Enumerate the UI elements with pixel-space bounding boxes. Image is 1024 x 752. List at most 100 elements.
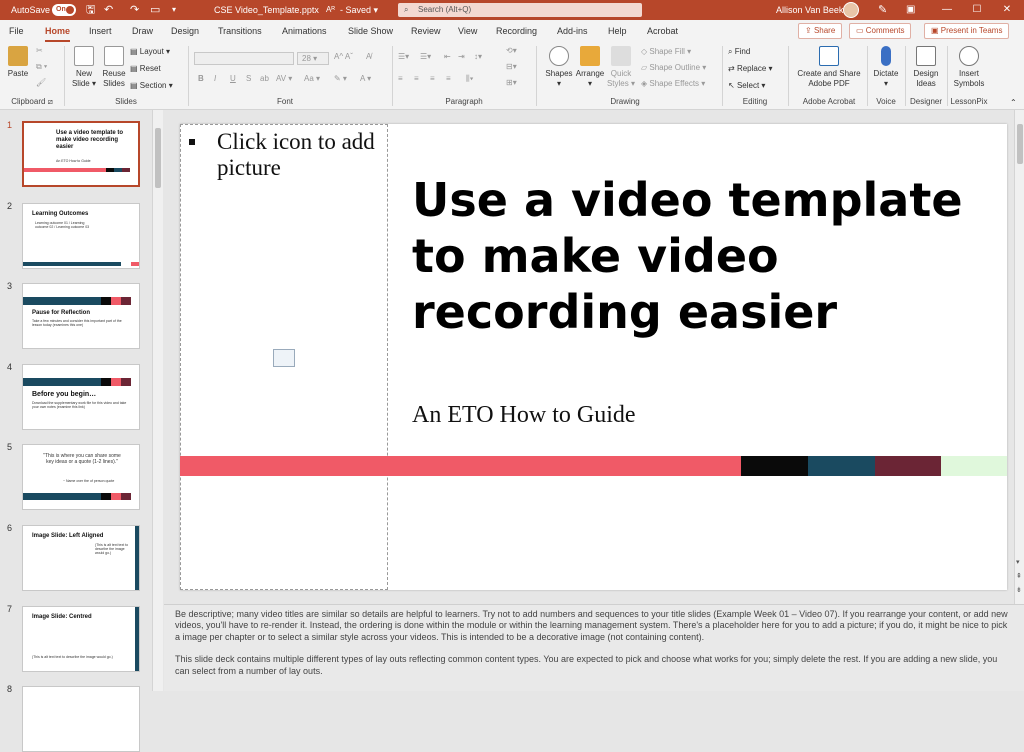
customize-qa-icon[interactable]: ▾ [172,0,176,20]
cut-icon[interactable]: ✂ [36,46,43,55]
picture-placeholder[interactable]: Click icon to add picture [180,124,388,590]
tab-transitions[interactable]: Transitions [218,20,262,42]
speaker-notes[interactable]: Be descriptive; many video titles are si… [164,604,1024,691]
find-button[interactable]: ⌕ Find [728,47,750,57]
scrollbar-thumb[interactable] [155,128,161,188]
text-direction-icon[interactable]: ⟲▾ [506,46,517,55]
tab-slide-show[interactable]: Slide Show [348,20,393,42]
next-slide-icon[interactable]: ⇟ [1016,586,1022,594]
tab-home[interactable]: Home [45,20,71,42]
create-share-pdf-button[interactable]: Create and Share Adobe PDF [794,46,864,89]
thumbnail-slide-3[interactable]: Pause for Reflection Take a few minutes … [22,283,140,349]
format-painter-icon[interactable]: 🖌 [36,78,46,87]
insert-picture-icon[interactable] [273,349,295,367]
present-in-teams-button[interactable]: ▣ Present in Teams [924,23,1010,39]
thumbnail-slide-5[interactable]: "This is where you can share some key id… [22,444,140,510]
tab-draw[interactable]: Draw [132,20,153,42]
tab-animations[interactable]: Animations [282,20,327,42]
line-spacing-icon[interactable]: ↕▾ [474,52,482,61]
new-slide-button[interactable]: New Slide ▾ [70,46,98,89]
align-text-icon[interactable]: ⊟▾ [506,62,517,71]
decrease-indent-icon[interactable]: ⇤ [444,52,451,61]
font-size-combo[interactable]: 28 ▾ [297,52,329,65]
thumbnail-slide-6[interactable]: Image Slide: Left Aligned (This is alt t… [22,525,140,591]
previous-slide-icon[interactable]: ⇞ [1016,572,1022,580]
tab-acrobat[interactable]: Acrobat [647,20,678,42]
thumbnail-slide-1[interactable]: Use a video template to make video recor… [22,121,140,187]
share-button[interactable]: ⇪ Share [798,23,843,39]
maximize-icon[interactable]: ☐ [962,0,992,20]
reuse-slides-button[interactable]: Reuse Slides [100,46,128,89]
numbering-icon[interactable]: ☰▾ [420,52,431,61]
underline-button[interactable]: U [230,74,236,83]
align-right-icon[interactable]: ≡ [430,74,435,83]
arrange-button[interactable]: Arrange ▾ [574,46,606,89]
replace-button[interactable]: ⇄ Replace ▾ [728,64,773,73]
increase-indent-icon[interactable]: ⇥ [458,52,465,61]
current-slide[interactable]: Click icon to add picture Use a video te… [180,124,1007,590]
launcher-icon[interactable]: ⧄ [48,97,53,106]
canvas-scrollbar[interactable]: ▾ ⇞ ⇟ [1014,110,1024,604]
section-button[interactable]: ▤ Section ▾ [130,81,173,90]
save-icon[interactable]: 🖫 [86,0,95,20]
italic-button[interactable]: I [214,74,216,83]
font-family-combo[interactable] [194,52,294,65]
dictate-button[interactable]: Dictate ▾ [871,46,901,89]
shapes-button[interactable]: Shapes ▾ [544,46,574,89]
close-icon[interactable]: ✕ [992,0,1022,20]
quick-styles-button[interactable]: Quick Styles ▾ [606,46,636,89]
bold-button[interactable]: B [198,74,204,83]
shadow-icon[interactable]: ab [260,74,269,83]
char-spacing-icon[interactable]: AV ▾ [276,74,292,83]
columns-icon[interactable]: ⫼▾ [466,74,474,84]
user-name[interactable]: Allison Van Beek [776,0,843,20]
pen-icon[interactable]: ✎ [878,0,887,20]
autosave-toggle[interactable]: On [52,4,76,16]
select-button[interactable]: ↖ Select ▾ [728,81,765,90]
slideshow-icon[interactable]: ▭ [150,0,160,20]
thumbnails-scrollbar[interactable] [152,110,163,691]
search-box[interactable]: ⌕ Search (Alt+Q) [398,3,642,17]
tab-add-ins[interactable]: Add-ins [557,20,588,42]
insert-symbols-button[interactable]: Insert Symbols [950,46,988,89]
change-case-icon[interactable]: Aa ▾ [304,74,320,83]
thumbnail-slide-7[interactable]: Image Slide: Centred (This is alt text t… [22,606,140,672]
bullets-icon[interactable]: ☰▾ [398,52,409,61]
justify-icon[interactable]: ≡ [446,74,451,83]
tab-file[interactable]: File [9,20,24,42]
tab-view[interactable]: View [458,20,477,42]
grow-font-icon[interactable]: A^ Aˇ [334,52,353,61]
tab-design[interactable]: Design [171,20,199,42]
shape-outline-button[interactable]: ▱ Shape Outline ▾ [641,63,706,72]
align-left-icon[interactable]: ≡ [398,74,403,83]
slide-subtitle[interactable]: An ETO How to Guide [412,402,636,429]
reset-button[interactable]: ▤ Reset [130,64,161,73]
tab-help[interactable]: Help [608,20,627,42]
copy-icon[interactable]: ⧉ ▾ [36,62,47,72]
shape-fill-button[interactable]: ◇ Shape Fill ▾ [641,47,691,56]
shape-effects-button[interactable]: ◈ Shape Effects ▾ [641,79,705,88]
tab-insert[interactable]: Insert [89,20,112,42]
strikethrough-button[interactable]: S [246,74,251,83]
ribbon-display-icon[interactable]: ▣ [906,0,915,20]
font-color-icon[interactable]: A ▾ [360,74,371,83]
tab-recording[interactable]: Recording [496,20,537,42]
comments-button[interactable]: ▭ Comments [849,23,912,39]
thumbnail-slide-4[interactable]: Before you begin… Download the supplemen… [22,364,140,430]
undo-icon[interactable]: ↶ [104,0,113,20]
scrollbar-thumb[interactable] [1017,124,1023,164]
layout-button[interactable]: ▤ Layout ▾ [130,47,170,56]
design-ideas-button[interactable]: Design Ideas [908,46,944,89]
thumbnail-slide-8[interactable] [22,686,140,752]
avatar[interactable] [843,2,859,18]
save-state[interactable]: - Saved ▾ [340,0,378,20]
highlight-icon[interactable]: ✎ ▾ [334,74,347,83]
clear-format-icon[interactable]: A̸ [366,52,371,61]
slide-title[interactable]: Use a video template to make video recor… [412,172,972,340]
collapse-ribbon-icon[interactable]: ⌃ [1010,98,1017,107]
scroll-down-icon[interactable]: ▾ [1016,558,1020,566]
thumbnail-slide-2[interactable]: Learning Outcomes Learning outcome 01 / … [22,203,140,269]
align-center-icon[interactable]: ≡ [414,74,419,83]
smartart-icon[interactable]: ⊞▾ [506,78,517,87]
tab-review[interactable]: Review [411,20,441,42]
